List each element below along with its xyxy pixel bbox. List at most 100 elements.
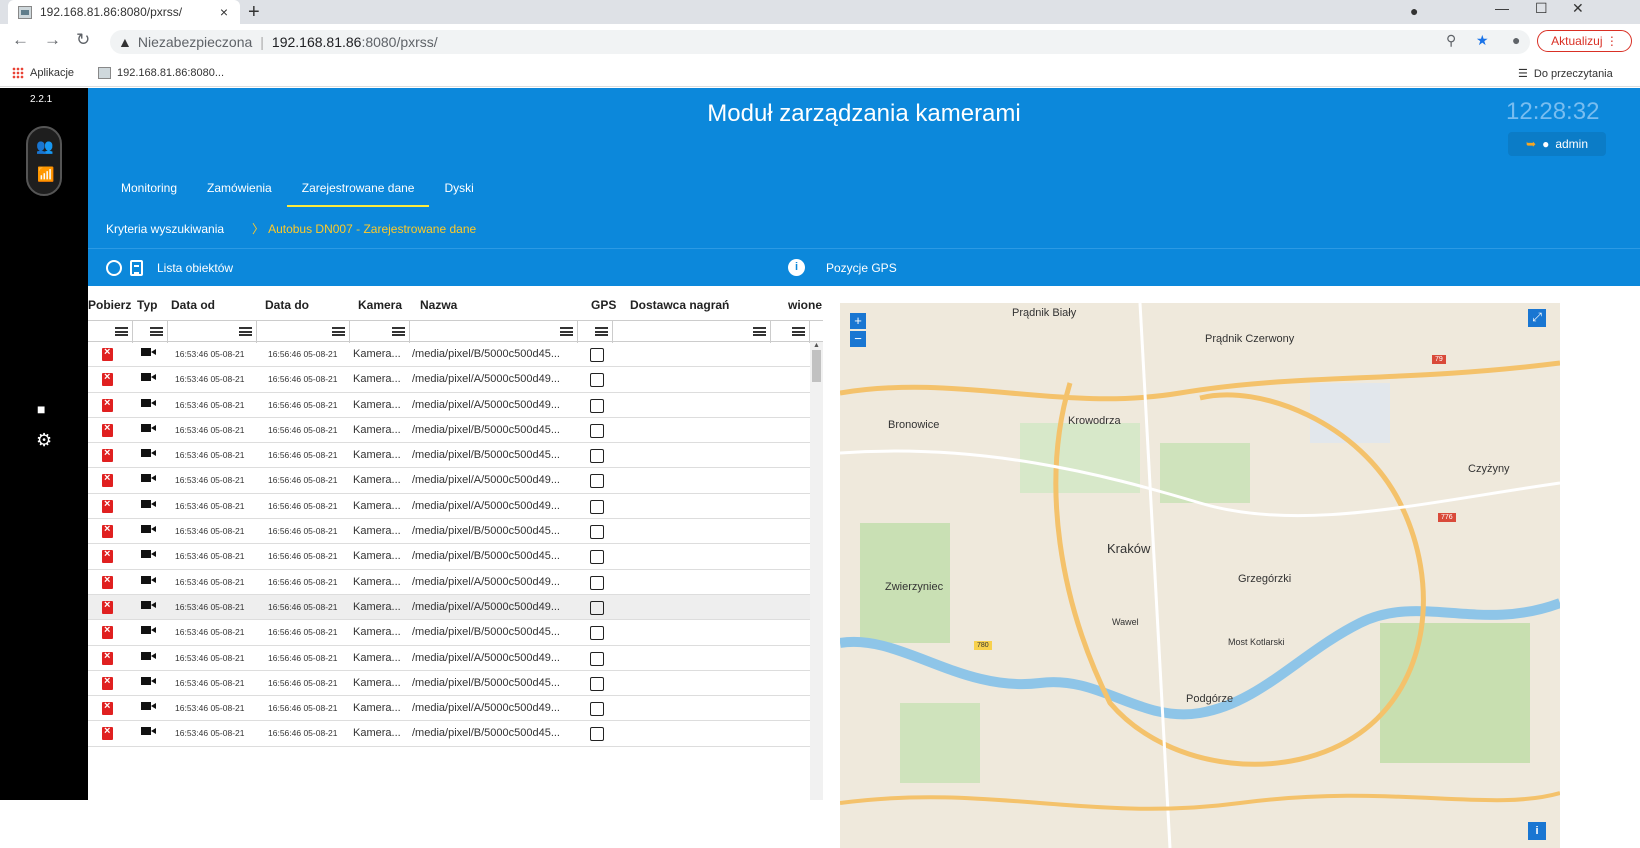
- delete-icon[interactable]: [102, 346, 113, 361]
- delete-icon[interactable]: [102, 624, 113, 640]
- table-row[interactable]: 16:53:46 05-08-21 16:56:46 05-08-21 Kamera…: [88, 671, 810, 697]
- back-arrow-icon[interactable]: ←: [12, 30, 29, 50]
- gps-checkbox[interactable]: [590, 474, 604, 489]
- browser-tab[interactable]: 192.168.81.86:8080/pxrss/ ×: [8, 0, 240, 24]
- maximize-window-icon[interactable]: ☐: [1535, 0, 1548, 17]
- filter-date-to[interactable]: [257, 321, 350, 343]
- forward-arrow-icon[interactable]: →: [44, 30, 61, 50]
- table-row[interactable]: 16:53:46 05-08-21 16:56:46 05-08-21 Kamera…: [88, 696, 810, 722]
- gps-checkbox[interactable]: [590, 373, 604, 388]
- col-name[interactable]: Nazwa: [420, 298, 457, 312]
- zoom-in-button[interactable]: +: [850, 313, 866, 329]
- delete-icon[interactable]: [102, 498, 113, 513]
- delete-icon[interactable]: [102, 725, 113, 741]
- delete-icon[interactable]: [102, 447, 113, 463]
- col-date-from[interactable]: Data od: [171, 298, 215, 312]
- minimize-window-icon[interactable]: —: [1495, 0, 1509, 16]
- close-tab-icon[interactable]: ×: [220, 4, 228, 20]
- delete-icon[interactable]: [102, 599, 113, 614]
- gps-checkbox[interactable]: [590, 423, 604, 438]
- map-info-icon[interactable]: i: [1528, 822, 1546, 840]
- tab-monitoring[interactable]: Monitoring: [106, 181, 192, 207]
- delete-icon[interactable]: [102, 650, 113, 665]
- reading-list[interactable]: ☰ Do przeczytania: [1518, 67, 1613, 81]
- zoom-out-button[interactable]: −: [850, 331, 866, 347]
- profile-avatar-icon[interactable]: ●: [1512, 32, 1520, 48]
- gps-checkbox[interactable]: [590, 525, 604, 540]
- delete-icon[interactable]: [102, 675, 113, 690]
- bookmark-star-icon[interactable]: ★: [1476, 32, 1489, 49]
- reload-icon[interactable]: ↻: [76, 30, 90, 50]
- col-date-to[interactable]: Data do: [265, 298, 309, 312]
- filter-gps[interactable]: [578, 321, 613, 343]
- delete-icon[interactable]: [102, 574, 113, 589]
- apps-bookmark[interactable]: Aplikacje: [12, 67, 74, 79]
- table-scrollbar[interactable]: ▲: [810, 342, 823, 800]
- filter-camera[interactable]: [350, 321, 410, 343]
- table-row[interactable]: 16:53:46 05-08-21 16:56:46 05-08-21 Kamera…: [88, 646, 810, 671]
- close-window-icon[interactable]: ✕: [1572, 0, 1584, 17]
- gps-map[interactable]: + − ⤢ Prądnik Biały Prądnik Czerwony Bro…: [840, 303, 1560, 848]
- col-download[interactable]: Pobierz: [88, 298, 131, 312]
- delete-icon[interactable]: [102, 397, 113, 412]
- table-row[interactable]: 16:53:46 05-08-21 16:56:46 05-08-21 Kamera…: [88, 393, 810, 418]
- filter-type[interactable]: [133, 321, 168, 343]
- video-camera-icon[interactable]: ■: [37, 401, 45, 417]
- tab-disks[interactable]: Dyski: [429, 181, 488, 207]
- col-camera[interactable]: Kamera: [358, 298, 402, 312]
- col-gps[interactable]: GPS: [591, 298, 616, 312]
- table-row[interactable]: 16:53:46 05-08-21 16:56:46 05-08-21 Kamera…: [88, 494, 810, 520]
- bookmark-item[interactable]: 192.168.81.86:8080...: [98, 67, 224, 79]
- gps-checkbox[interactable]: [590, 398, 604, 413]
- gps-checkbox[interactable]: [590, 626, 604, 641]
- zoom-magnifier-icon[interactable]: ⚲: [1446, 32, 1456, 49]
- delete-icon[interactable]: [102, 548, 113, 564]
- delete-icon[interactable]: [102, 472, 113, 488]
- info-icon[interactable]: i: [788, 259, 805, 276]
- gps-checkbox[interactable]: [590, 449, 604, 464]
- filter-extra[interactable]: [771, 321, 810, 343]
- gear-icon[interactable]: ⚙: [36, 430, 52, 451]
- gps-checkbox[interactable]: [590, 499, 604, 514]
- gps-checkbox[interactable]: [590, 348, 604, 362]
- users-icon[interactable]: 👥: [36, 138, 53, 155]
- scroll-up-arrow-icon[interactable]: ▲: [813, 342, 820, 349]
- filter-download[interactable]: [88, 321, 133, 343]
- new-tab-button[interactable]: +: [248, 1, 260, 24]
- col-type[interactable]: Typ: [137, 298, 157, 312]
- tab-recorded-data[interactable]: Zarejestrowane dane: [286, 181, 430, 207]
- gps-checkbox[interactable]: [590, 575, 604, 590]
- gps-checkbox[interactable]: [590, 600, 604, 615]
- table-row[interactable]: 16:53:46 05-08-21 16:56:46 05-08-21 Kamera…: [88, 544, 810, 570]
- tab-orders[interactable]: Zamówienia: [192, 181, 287, 207]
- filter-name[interactable]: [410, 321, 578, 343]
- address-bar[interactable]: ▲ Niezabezpieczona | 192.168.81.86 :8080…: [110, 30, 1530, 54]
- select-all-circle-icon[interactable]: [106, 260, 122, 276]
- scrollbar-thumb[interactable]: [812, 350, 821, 382]
- router-icon[interactable]: 📶: [37, 166, 54, 183]
- fullscreen-icon[interactable]: ⤢: [1528, 309, 1546, 327]
- gps-checkbox[interactable]: [590, 676, 604, 691]
- table-row[interactable]: 16:53:46 05-08-21 16:56:46 05-08-21 Kamera…: [88, 594, 810, 621]
- clipboard-icon[interactable]: [130, 260, 143, 276]
- col-truncated[interactable]: wione: [788, 298, 822, 312]
- delete-icon[interactable]: [102, 523, 113, 539]
- filter-provider[interactable]: [613, 321, 771, 343]
- delete-icon[interactable]: [102, 371, 113, 387]
- table-row[interactable]: 16:53:46 05-08-21 16:56:46 05-08-21 Kamera…: [88, 468, 810, 494]
- user-menu[interactable]: ➥ ● admin: [1508, 132, 1606, 156]
- table-row[interactable]: 16:53:46 05-08-21 16:56:46 05-08-21 Kamera…: [88, 367, 810, 393]
- table-row[interactable]: 16:53:46 05-08-21 16:56:46 05-08-21 Kamera…: [88, 443, 810, 469]
- gps-checkbox[interactable]: [590, 702, 604, 717]
- filter-date-from[interactable]: [168, 321, 257, 343]
- col-provider[interactable]: Dostawca nagrań: [630, 298, 729, 312]
- breadcrumb-search-criteria[interactable]: Kryteria wyszukiwania: [106, 222, 224, 236]
- update-button[interactable]: Aktualizuj ⋮: [1537, 30, 1632, 52]
- table-row[interactable]: 16:53:46 05-08-21 16:56:46 05-08-21 Kamera…: [88, 342, 810, 368]
- table-row[interactable]: 16:53:46 05-08-21 16:56:46 05-08-21 Kamera…: [88, 620, 810, 646]
- table-row[interactable]: 16:53:46 05-08-21 16:56:46 05-08-21 Kamera…: [88, 418, 810, 444]
- gps-checkbox[interactable]: [590, 727, 604, 742]
- delete-icon[interactable]: [102, 700, 113, 716]
- gps-checkbox[interactable]: [590, 651, 604, 666]
- gps-checkbox[interactable]: [590, 550, 604, 565]
